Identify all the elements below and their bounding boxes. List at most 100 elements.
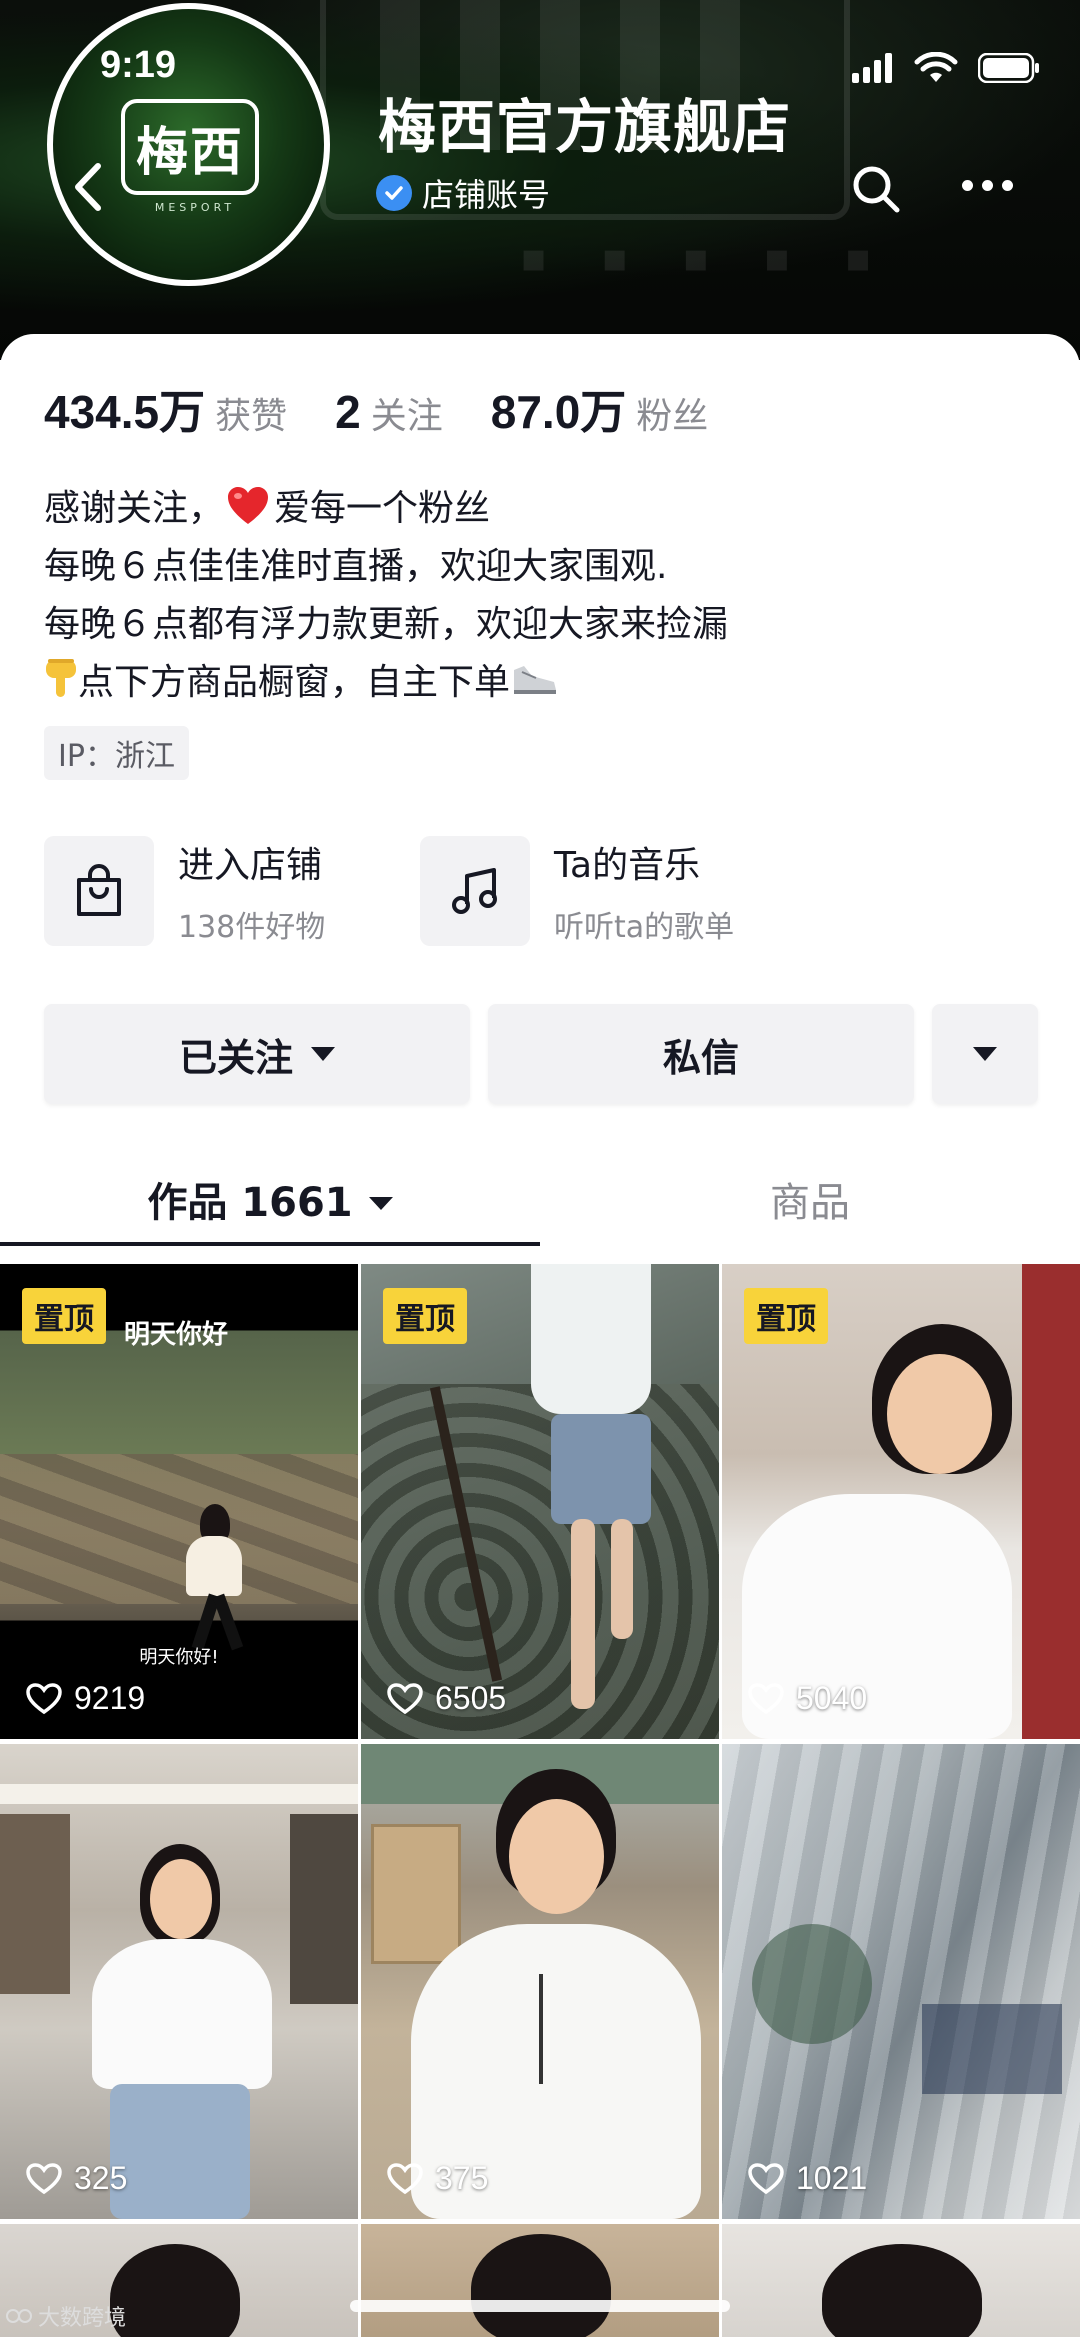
shop-bag-icon <box>44 836 154 946</box>
shop-front <box>0 1814 70 1994</box>
person-hair <box>110 2244 240 2337</box>
person-hair <box>471 2234 611 2337</box>
followed-button[interactable]: 已关注 <box>44 1004 470 1104</box>
person-hair <box>822 2244 982 2337</box>
avatar[interactable]: 梅西 MESPORT <box>47 3 330 286</box>
shelf <box>922 2004 1062 2094</box>
caret-down-icon <box>311 1047 335 1061</box>
bio-line-4-text: 点下方商品橱窗，自主下单 <box>78 662 511 703</box>
person-shorts <box>551 1414 651 1524</box>
music-note-icon <box>420 836 530 946</box>
enter-shop-subtitle: 138件好物 <box>178 910 326 945</box>
message-button[interactable]: 私信 <box>488 1004 914 1104</box>
sneaker-emoji-icon <box>514 666 557 694</box>
home-indicator[interactable] <box>350 2300 730 2312</box>
enter-shop-title: 进入店铺 <box>178 845 323 886</box>
like-count-value: 6505 <box>435 1680 507 1716</box>
cardboard-box <box>371 1824 461 1964</box>
video-thumbnail[interactable]: 置顶 5040 <box>722 1264 1080 1739</box>
tab-works[interactable]: 作品 1661 <box>0 1170 540 1228</box>
profile-banner: ▪ ▪ ▪ ▪ ▪ 梅西 MESPORT 9:19 梅西官方旗舰店 店铺账号 <box>0 0 1080 360</box>
ta-music-title: Ta的音乐 <box>554 845 701 886</box>
like-count: 375 <box>387 2160 488 2197</box>
like-count: 5040 <box>748 1680 867 1717</box>
person-shirt <box>92 1939 272 2089</box>
more-options-icon[interactable] <box>962 180 1013 191</box>
content-tabs: 作品 1661 商品 <box>0 1170 1080 1250</box>
avatar-logo-sub: MESPORT <box>154 201 236 214</box>
following-label[interactable]: 关注 <box>371 387 443 439</box>
active-tab-indicator <box>0 1242 540 1246</box>
stats-row: 434.5万 获赞 2 关注 87.0万 粉丝 <box>44 376 756 442</box>
battery-icon <box>978 53 1039 83</box>
person-face <box>887 1354 992 1474</box>
wifi-icon <box>914 52 958 82</box>
watermark-logo-icon <box>6 2309 32 2323</box>
signal-icon <box>852 53 892 83</box>
like-count-value: 1021 <box>796 2160 868 2196</box>
heart-outline-icon <box>26 1682 62 1714</box>
bio-line-1: 感谢关注， 爱每一个粉丝 <box>44 480 728 538</box>
tab-works-label: 作品 1661 <box>147 1180 353 1226</box>
shop-front <box>290 1814 358 2004</box>
video-thumbnail[interactable] <box>722 2224 1080 2337</box>
person-shirt <box>531 1264 651 1414</box>
heart-outline-icon <box>387 1682 423 1714</box>
tab-goods[interactable]: 商品 <box>540 1170 1080 1228</box>
banner-pattern: ▪ ▪ ▪ ▪ ▪ <box>520 235 872 281</box>
watermark-text: 大数跨境 <box>38 2306 127 2331</box>
heart-outline-icon <box>748 2162 784 2194</box>
likes-label: 获赞 <box>215 396 288 437</box>
like-count: 6505 <box>387 1680 506 1717</box>
pinned-badge: 置顶 <box>744 1288 828 1344</box>
person-leg <box>571 1519 595 1709</box>
necklace <box>539 1974 543 2084</box>
ceiling-light <box>0 1784 358 1804</box>
plant <box>752 1924 872 2044</box>
like-count: 325 <box>26 2160 127 2197</box>
like-count-value: 9219 <box>74 1680 146 1716</box>
video-thumbnail[interactable] <box>361 2224 719 2337</box>
person-jeans <box>110 2084 250 2219</box>
like-count: 9219 <box>26 1680 145 1717</box>
pinned-badge: 置顶 <box>383 1288 467 1344</box>
avatar-logo: 梅西 <box>121 99 259 195</box>
account-type-row: 店铺账号 <box>376 170 550 216</box>
enter-shop-entry[interactable]: 进入店铺 138件好物 <box>44 836 325 946</box>
like-count-value: 325 <box>74 2160 128 2196</box>
video-thumbnail[interactable]: 1021 <box>722 1744 1080 2219</box>
followers-count[interactable]: 87.0万 <box>491 376 627 442</box>
bio-line-1-suffix: 爱每一个粉丝 <box>274 488 491 529</box>
like-count-value: 5040 <box>796 1680 868 1716</box>
heart-outline-icon <box>26 2162 62 2194</box>
video-thumbnail[interactable]: 置顶 6505 <box>361 1264 719 1739</box>
back-arrow-icon[interactable] <box>68 162 108 212</box>
status-time: 9:19 <box>100 44 177 86</box>
ta-music-entry[interactable]: Ta的音乐 听听ta的歌单 <box>420 836 734 946</box>
verified-badge-icon <box>376 175 412 211</box>
heart-outline-icon <box>748 1682 784 1714</box>
heart-emoji-icon <box>228 487 269 524</box>
bio-line-4: 点下方商品橱窗，自主下单 <box>44 654 728 712</box>
bio: 感谢关注， 爱每一个粉丝 每晚６点佳佳准时直播，欢迎大家围观. 每晚６点都有浮力款… <box>44 480 728 712</box>
more-dropdown-button[interactable] <box>932 1004 1038 1104</box>
video-caption: 明天你好 <box>124 1320 229 1350</box>
followed-button-label: 已关注 <box>178 1035 293 1080</box>
person-face <box>150 1859 212 1939</box>
video-thumbnail[interactable]: 325 <box>0 1744 358 2219</box>
search-icon[interactable] <box>850 163 902 215</box>
video-thumbnail[interactable]: 375 <box>361 1744 719 2219</box>
person-jacket <box>186 1536 242 1596</box>
ta-music-subtitle: 听听ta的歌单 <box>554 910 735 945</box>
followers-label[interactable]: 粉丝 <box>636 387 708 439</box>
ip-location-tag: IP：浙江 <box>44 726 189 780</box>
caret-down-icon <box>973 1047 997 1061</box>
pointing-down-emoji-icon <box>46 659 76 697</box>
like-count: 1021 <box>748 2160 867 2197</box>
action-buttons: 已关注 私信 <box>44 1004 1038 1104</box>
bio-line-2: 每晚６点佳佳准时直播，欢迎大家围观. <box>44 546 668 587</box>
following-count[interactable]: 2 <box>335 385 361 439</box>
video-thumbnail[interactable]: 置顶 明天你好 明天你好! 9219 <box>0 1264 358 1739</box>
status-icons <box>852 52 1040 84</box>
pinned-badge: 置顶 <box>22 1288 106 1344</box>
